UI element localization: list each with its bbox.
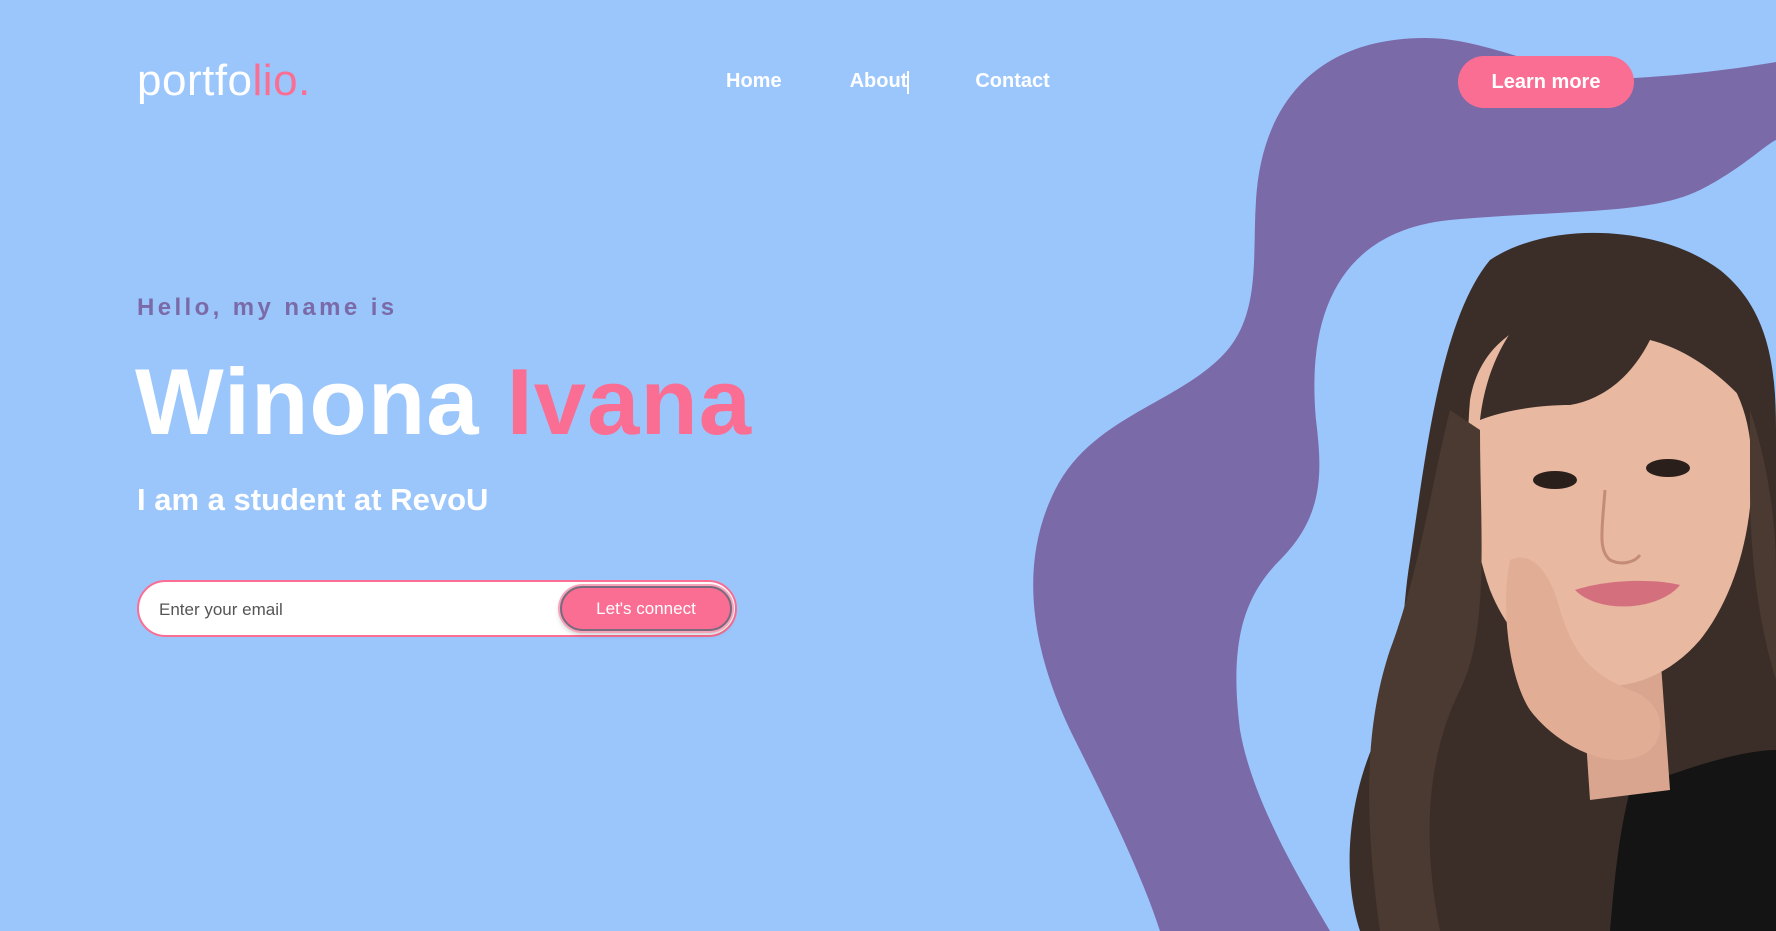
- portrait-photo: [1349, 232, 1776, 931]
- text-cursor-icon: [907, 71, 910, 94]
- email-input[interactable]: [157, 582, 571, 637]
- logo-main-text: portfo: [137, 56, 253, 105]
- email-signup-form: Let's connect: [137, 580, 737, 637]
- nav-link-about-label: About: [849, 70, 908, 92]
- learn-more-button[interactable]: Learn more: [1458, 56, 1634, 108]
- main-nav: Home About Contact: [726, 70, 1118, 94]
- nav-link-home[interactable]: Home: [726, 70, 782, 93]
- site-logo[interactable]: portfolio.: [137, 56, 311, 106]
- hero-name: Winona Ivana: [135, 348, 752, 456]
- hero-subtitle: I am a student at RevoU: [137, 482, 489, 517]
- nav-link-about[interactable]: About: [849, 70, 910, 94]
- hero-greeting: Hello, my name is: [137, 294, 398, 321]
- hero-last-name: Ivana: [506, 349, 753, 454]
- hero-first-name: Winona: [135, 349, 480, 454]
- nav-link-contact[interactable]: Contact: [975, 70, 1049, 93]
- lets-connect-button[interactable]: Let's connect: [560, 586, 732, 631]
- logo-accent-text: lio.: [252, 56, 311, 105]
